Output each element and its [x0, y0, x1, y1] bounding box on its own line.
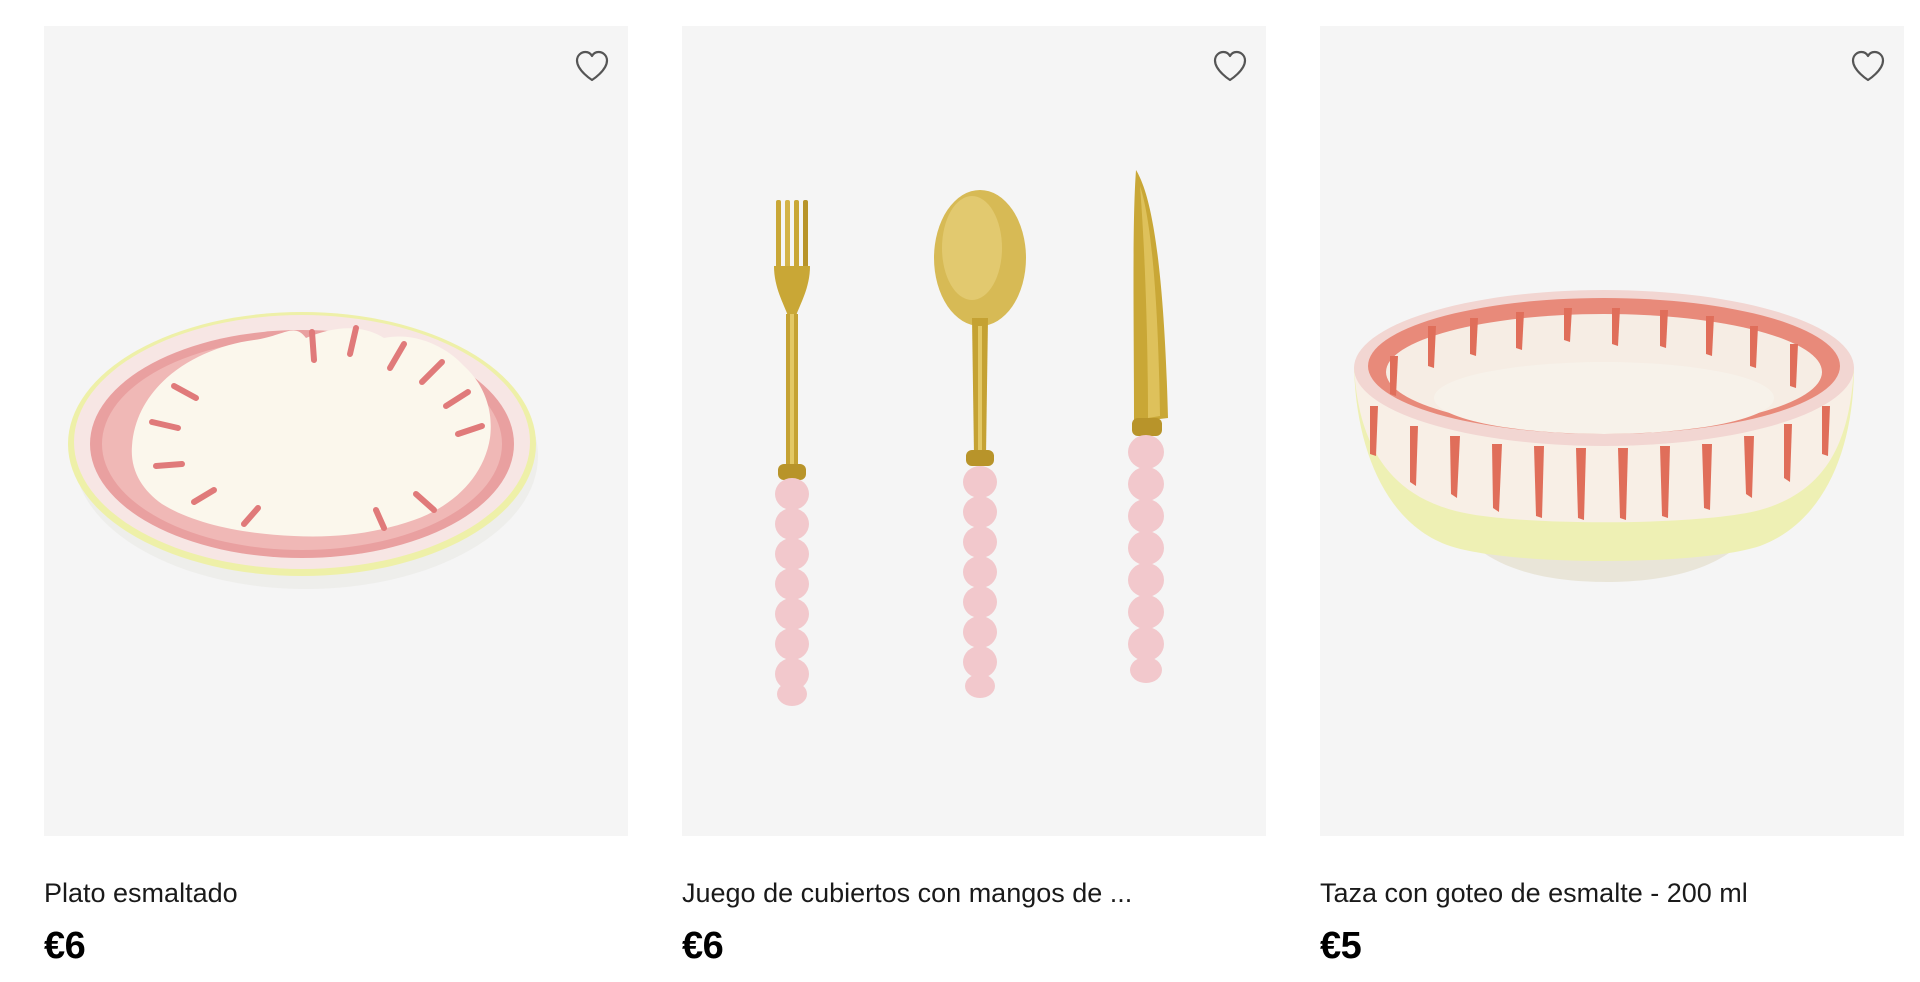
heart-outline-icon[interactable] — [1850, 49, 1886, 83]
fork-icon — [774, 200, 810, 706]
favorite-button-cutlery[interactable] — [1210, 46, 1250, 86]
product-name[interactable]: Plato esmaltado — [44, 876, 628, 910]
product-card-cutlery[interactable]: Juego de cubiertos con mangos de ... €6 — [682, 26, 1266, 969]
product-price: €6 — [44, 925, 86, 967]
favorite-button-plate[interactable] — [572, 46, 612, 86]
product-name[interactable]: Juego de cubiertos con mangos de ... — [682, 876, 1266, 910]
favorite-button-cup[interactable] — [1848, 46, 1888, 86]
product-price: €5 — [1320, 925, 1362, 967]
knife-icon — [1128, 170, 1168, 683]
cutlery-set-image — [774, 170, 1168, 706]
product-card-plate[interactable]: Plato esmaltado €6 — [44, 26, 628, 969]
enamel-plate-image — [68, 312, 538, 589]
product-grid: Plato esmaltado €6 Juego de cubiertos co… — [0, 0, 1920, 982]
spoon-icon — [934, 190, 1026, 698]
product-price: €6 — [682, 925, 724, 967]
product-image-cup[interactable] — [1320, 26, 1904, 836]
heart-outline-icon[interactable] — [1212, 49, 1248, 83]
heart-outline-icon[interactable] — [574, 49, 610, 83]
product-image-cutlery[interactable] — [682, 26, 1266, 836]
product-name[interactable]: Taza con goteo de esmalte - 200 ml — [1320, 876, 1904, 910]
product-image-plate[interactable] — [44, 26, 628, 836]
product-card-cup[interactable]: Taza con goteo de esmalte - 200 ml €5 — [1320, 26, 1904, 969]
drip-glaze-cup-image — [1354, 290, 1854, 582]
